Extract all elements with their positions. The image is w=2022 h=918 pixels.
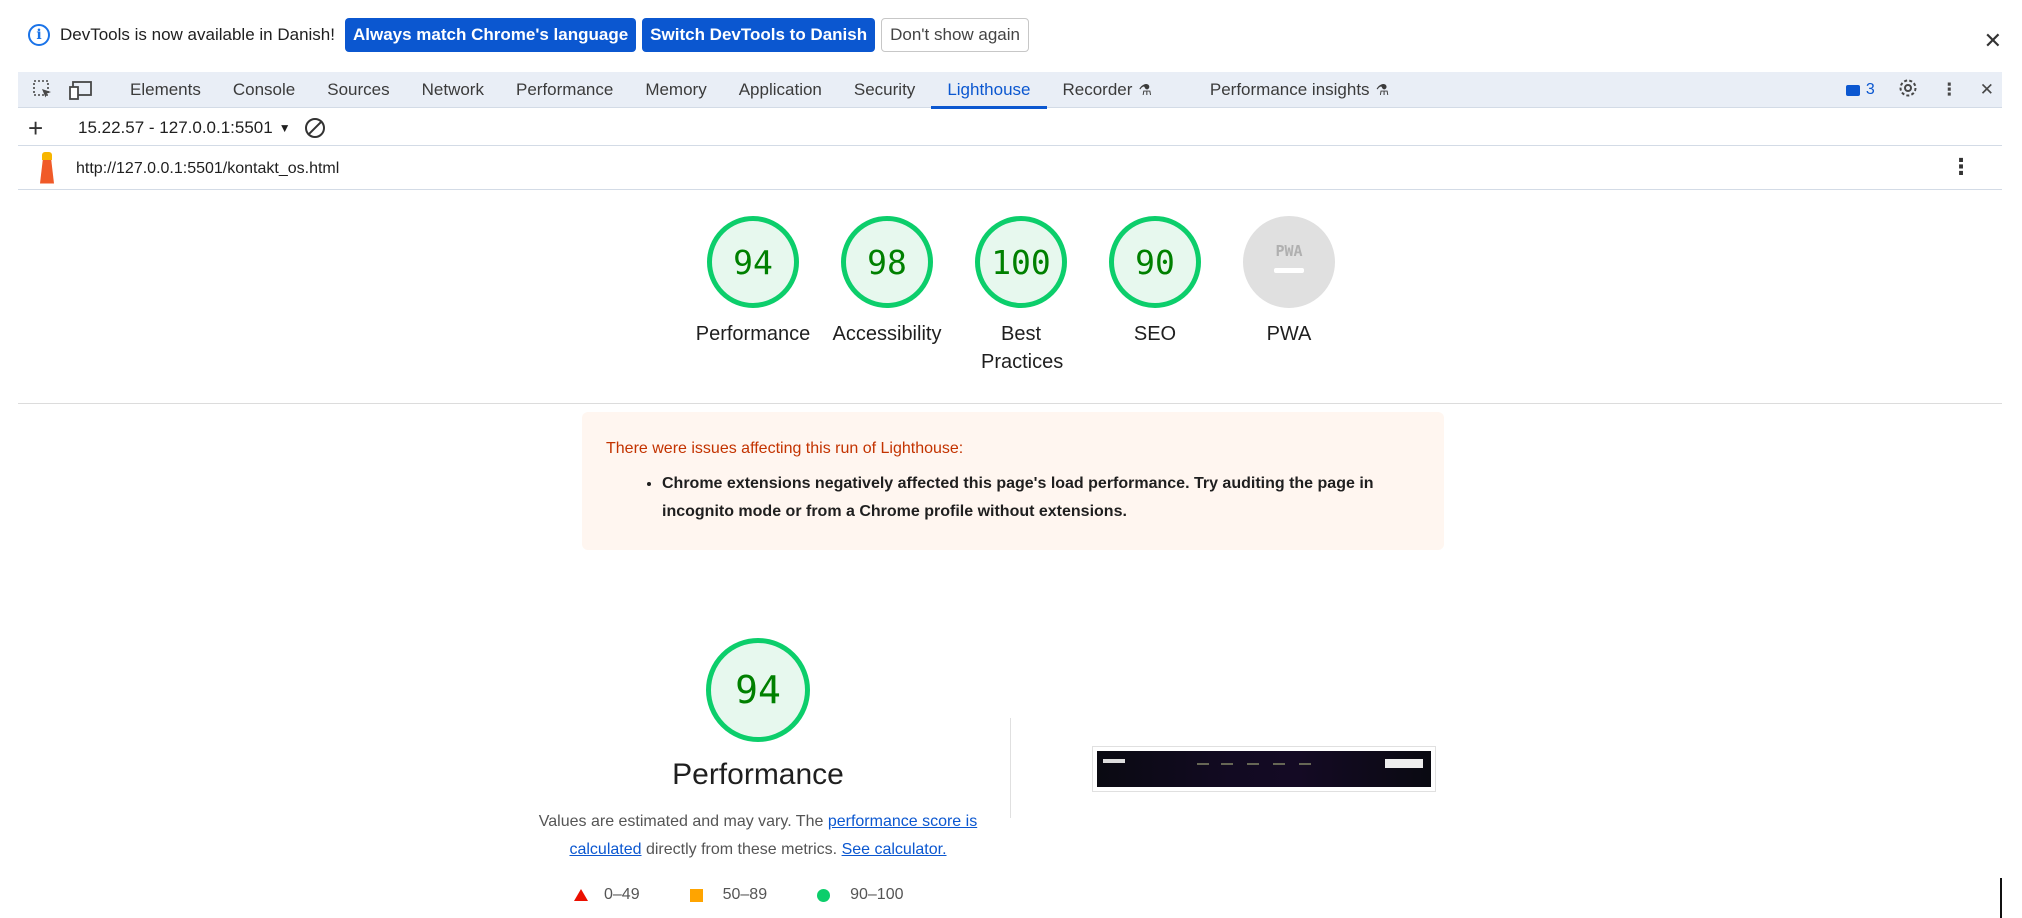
score-legend: 0–49 50–89 90–100 [574,886,953,904]
lighthouse-toolbar: + 15.22.57 - 127.0.0.1:5501 ▼ [18,110,2002,146]
devtools-tabbar: Elements Console Sources Network Perform… [18,72,2002,109]
warnings-list: Chrome extensions negatively affected th… [662,470,1420,526]
performance-score-gauge: 94 [706,638,810,742]
gauge-seo-score: 90 [1109,216,1201,308]
pwa-badge-text: PWA [1275,241,1303,260]
tab-recorder-label: Recorder [1062,79,1133,99]
performance-heading: Performance [672,758,844,791]
info-icon: i [28,24,50,46]
legend-fail-label: 0–49 [604,886,640,903]
settings-gear-icon[interactable] [1897,77,1919,104]
tab-application[interactable]: Application [723,72,838,108]
legend-average-label: 50–89 [722,886,768,903]
see-calculator-link[interactable]: See calculator. [842,841,947,858]
language-infobar: i DevTools is now available in Danish! A… [0,0,2022,70]
tab-performance-insights[interactable]: Performance insights ⚗ [1194,72,1405,108]
gauge-seo-label: SEO [1133,323,1177,345]
gauge-accessibility[interactable]: 98 Accessibility [820,216,954,376]
desc-prefix: Values are estimated and may vary. The [538,813,828,830]
infobar-message: DevTools is now available in Danish! [60,25,335,44]
warnings-title: There were issues affecting this run of … [606,440,964,457]
report-select-value: 15.22.57 - 127.0.0.1:5501 [78,117,273,137]
tab-performance[interactable]: Performance [500,72,629,108]
gauge-performance-score: 94 [707,216,799,308]
inspect-element-icon[interactable] [30,77,56,103]
score-gauges: 94 Performance 98 Accessibility 100 Best… [686,216,1356,376]
pass-circle-icon [817,888,831,902]
vertical-separator [1010,718,1011,818]
issues-badge[interactable]: 3 [1845,81,1875,99]
run-warnings-box: There were issues affecting this run of … [582,412,1444,550]
gauge-accessibility-label: Accessibility [832,323,942,345]
close-devtools-icon[interactable]: ✕ [1980,80,1994,100]
tab-sources[interactable]: Sources [311,72,405,108]
performance-description: Values are estimated and may vary. The p… [530,808,986,864]
close-infobar-icon[interactable]: ✕ [1984,28,2002,54]
section-divider [18,403,2002,404]
new-report-plus-icon[interactable]: + [28,115,56,141]
tab-security[interactable]: Security [838,72,931,108]
legend-fail: 0–49 [574,886,640,904]
text-cursor [2000,878,2002,918]
gauge-pwa-label: PWA [1266,323,1312,345]
report-select-dropdown[interactable]: 15.22.57 - 127.0.0.1:5501 ▼ [78,118,291,138]
thumbnail-image [1097,751,1431,787]
tab-performance-insights-label: Performance insights [1209,79,1370,99]
tab-console[interactable]: Console [217,72,311,108]
gauge-performance[interactable]: 94 Performance [686,216,820,376]
switch-to-danish-button[interactable]: Switch DevTools to Danish [642,18,876,52]
report-url: http://127.0.0.1:5501/kontakt_os.html [76,159,340,177]
more-options-icon[interactable]: ⋮ [1941,80,1958,100]
legend-pass: 90–100 [817,886,903,904]
gauge-best-practices-label: Best Practices [981,323,1064,373]
legend-pass-label: 90–100 [850,886,904,903]
report-url-row: http://127.0.0.1:5501/kontakt_os.html ⋮ [18,148,2002,190]
tab-recorder[interactable]: Recorder ⚗ [1047,72,1168,108]
message-icon [1845,84,1860,96]
tab-network[interactable]: Network [406,72,500,108]
gauge-seo[interactable]: 90 SEO [1088,216,1222,376]
dont-show-again-button[interactable]: Don't show again [881,18,1029,52]
pwa-badge-icon: PWA [1243,216,1335,308]
gauge-best-practices[interactable]: 100 Best Practices [954,216,1088,376]
device-toolbar-icon[interactable] [68,77,94,103]
desc-middle: directly from these metrics. [641,841,842,858]
dropdown-caret-icon: ▼ [278,120,291,135]
tab-memory[interactable]: Memory [629,72,722,108]
tab-lighthouse[interactable]: Lighthouse [931,72,1047,109]
gauge-pwa[interactable]: PWA PWA [1222,216,1356,376]
page-screenshot-thumbnail[interactable] [1092,746,1436,792]
lighthouse-logo-icon [34,151,60,186]
always-match-language-button[interactable]: Always match Chrome's language [344,18,637,52]
warning-item: Chrome extensions negatively affected th… [662,470,1420,526]
legend-average: 50–89 [689,886,768,904]
report-menu-icon[interactable]: ⋮ [1950,156,1972,178]
clear-reports-icon[interactable] [304,117,325,138]
experimental-flask-icon: ⚗ [1375,81,1390,99]
fail-triangle-icon [574,889,588,901]
experimental-flask-icon: ⚗ [1138,81,1152,99]
issues-count: 3 [1865,81,1875,98]
gauge-accessibility-score: 98 [841,216,933,308]
tab-elements[interactable]: Elements [114,72,217,108]
gauge-best-practices-score: 100 [975,216,1067,308]
average-square-icon [689,888,703,902]
gauge-performance-label: Performance [695,323,811,345]
